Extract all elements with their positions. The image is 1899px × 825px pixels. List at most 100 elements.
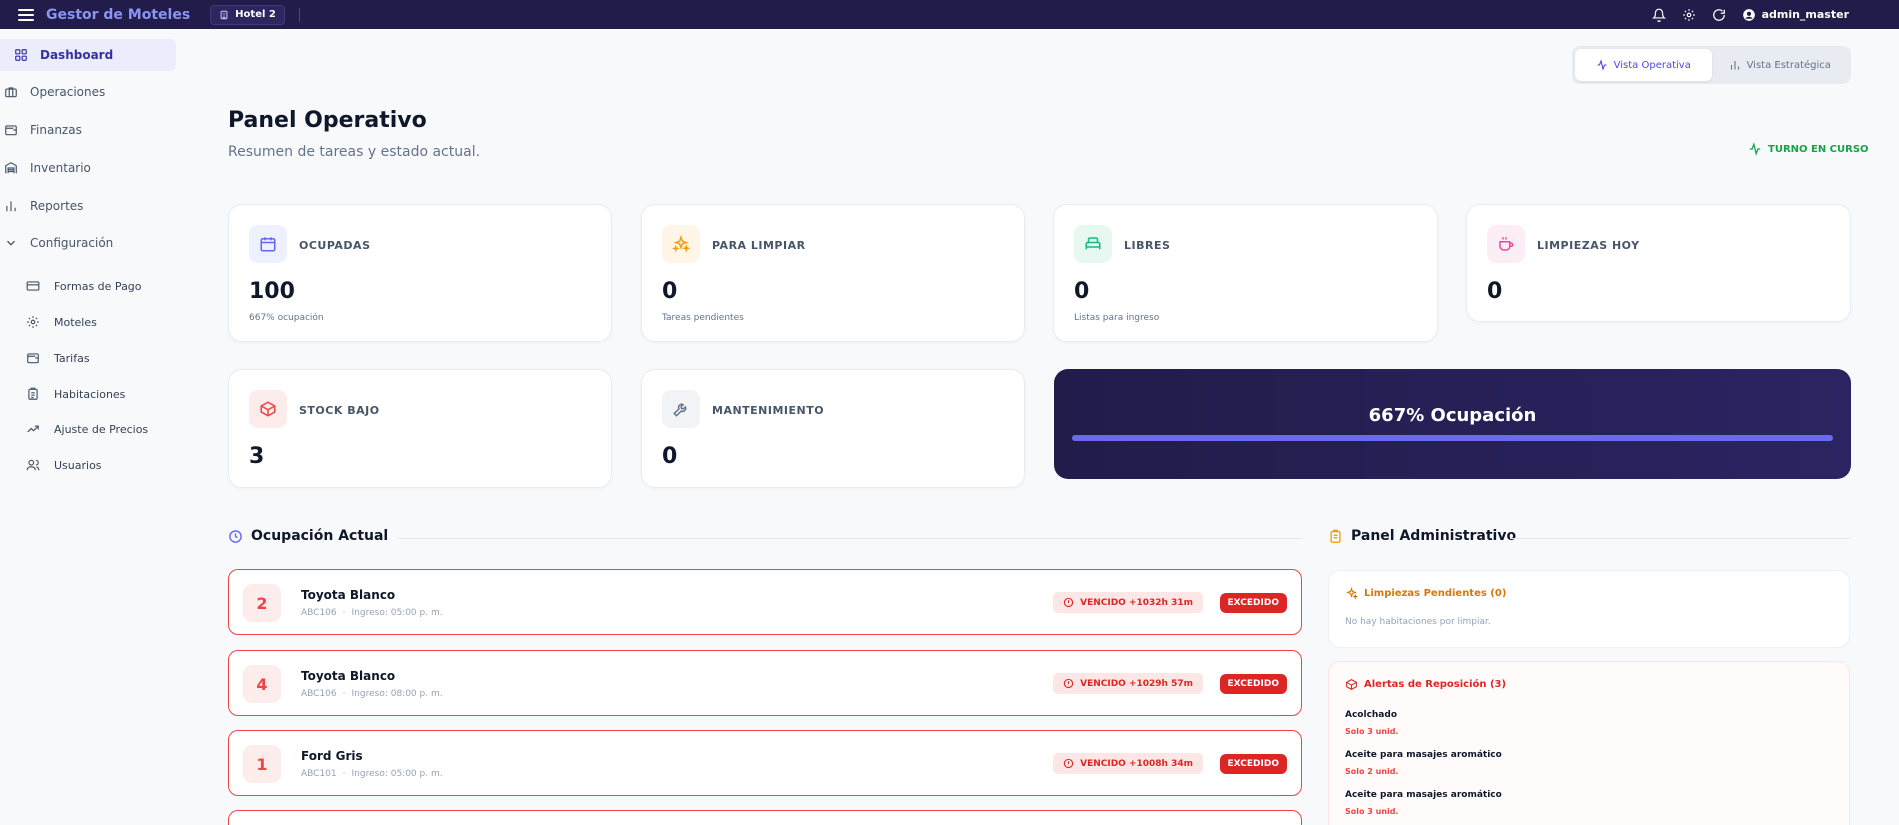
stat-card-mantenimiento[interactable]: MANTENIMIENTO 0	[641, 369, 1025, 488]
checkin-time: Ingreso: 05:00 p. m.	[351, 608, 443, 618]
shift-status-label: TURNO EN CURSO	[1768, 143, 1869, 155]
gear-icon[interactable]	[1682, 8, 1696, 22]
stat-card-stock-bajo[interactable]: STOCK BAJO 3	[228, 369, 612, 488]
sidebar-subitem-formas-de-pago[interactable]: Formas de Pago	[26, 273, 142, 299]
vehicle-name: Toyota Blanco	[301, 669, 396, 683]
hotel-selector[interactable]: Hotel 2	[210, 4, 285, 25]
sidebar-item-finanzas[interactable]: Finanzas	[0, 114, 166, 146]
sidebar-item-label: Reportes	[30, 199, 84, 213]
package-icon	[1346, 679, 1357, 690]
stat-label: STOCK BAJO	[299, 404, 380, 417]
sidebar: Dashboard Operaciones Finanzas Inventari…	[0, 29, 178, 825]
stat-card-ocupadas[interactable]: OCUPADAS 100 667% ocupación	[228, 204, 612, 342]
overdue-text: VENCIDO +1032h 31m	[1080, 597, 1193, 608]
sidebar-item-label: Finanzas	[30, 123, 82, 137]
stat-value: 3	[249, 444, 265, 469]
trending-up-icon	[27, 425, 39, 433]
stat-card-libres[interactable]: LIBRES 0 Listas para ingreso	[1053, 204, 1438, 342]
stat-subtext: 667% ocupación	[249, 313, 324, 323]
stat-card-limpiezas-hoy[interactable]: LIMPIEZAS HOY 0	[1466, 204, 1851, 322]
top-navbar: Gestor de Moteles Hotel 2 admin_master	[0, 0, 1899, 29]
stat-label: MANTENIMIENTO	[712, 404, 825, 417]
sidebar-item-dashboard[interactable]: Dashboard	[0, 39, 176, 71]
sidebar-item-configuracion[interactable]: Configuración	[0, 227, 166, 259]
sidebar-subitem-ajuste-de-precios[interactable]: Ajuste de Precios	[26, 416, 148, 442]
restock-alerts-header: Alertas de Reposición (3)	[1345, 678, 1506, 691]
sparkles-icon	[1346, 587, 1358, 600]
overdue-badge: VENCIDO +1032h 31m	[1053, 592, 1203, 613]
section-title: Ocupación Actual	[251, 528, 389, 544]
occupancy-row[interactable]	[228, 810, 1302, 825]
stock-item-qty: Solo 2 unid.	[1345, 767, 1399, 776]
separator-dot: ·	[342, 769, 346, 779]
restock-alerts-card: Alertas de Reposición (3) Acolchado Solo…	[1328, 661, 1850, 825]
overdue-badge: VENCIDO +1029h 57m	[1053, 673, 1203, 694]
user-menu[interactable]: admin_master	[1742, 8, 1849, 22]
occupancy-row[interactable]: 1 Ford Gris ABC101 · Ingreso: 05:00 p. m. …	[228, 730, 1302, 796]
page-subtitle: Resumen de tareas y estado actual.	[228, 144, 481, 160]
stock-item-name: Acolchado	[1345, 710, 1398, 720]
users-icon	[26, 459, 40, 471]
bar-chart-icon	[6, 201, 16, 212]
tab-vista-estrategica[interactable]: Vista Estratégica	[1712, 49, 1849, 81]
stock-item-name: Aceite para masajes aromático	[1345, 790, 1502, 800]
activity-icon	[1749, 142, 1761, 156]
room-number: 2	[243, 584, 281, 622]
stat-value: 100	[249, 279, 295, 304]
sidebar-subitem-usuarios[interactable]: Usuarios	[26, 452, 102, 478]
sparkles-icon	[662, 225, 700, 263]
grid-icon	[15, 49, 27, 61]
sidebar-item-operaciones[interactable]: Operaciones	[0, 76, 166, 108]
sidebar-subitem-habitaciones[interactable]: Habitaciones	[26, 381, 125, 407]
menu-icon[interactable]	[18, 8, 34, 21]
status-badge: EXCEDIDO	[1219, 674, 1287, 694]
refresh-icon[interactable]	[1712, 8, 1726, 22]
sidebar-subitem-label: Moteles	[54, 315, 97, 329]
wallet-icon	[5, 125, 17, 136]
stat-label: LIMPIEZAS HOY	[1537, 239, 1640, 252]
separator-dot: ·	[342, 689, 346, 699]
plate: ABC101	[301, 769, 337, 779]
checkin-time: Ingreso: 08:00 p. m.	[351, 689, 443, 699]
bell-icon[interactable]	[1651, 8, 1666, 22]
wallet-icon	[27, 353, 39, 364]
sidebar-item-label: Operaciones	[30, 85, 106, 99]
wrench-icon	[662, 390, 700, 428]
room-number: 4	[243, 665, 281, 703]
row-meta: ABC106 · Ingreso: 08:00 p. m.	[301, 689, 443, 699]
app-title[interactable]: Gestor de Moteles	[46, 7, 190, 23]
tab-label: Vista Estratégica	[1746, 59, 1831, 71]
sidebar-item-reportes[interactable]: Reportes	[0, 190, 166, 222]
package-icon	[249, 390, 287, 428]
alert-circle-icon	[1063, 678, 1074, 689]
sidebar-item-label: Configuración	[30, 236, 114, 250]
sidebar-subitem-moteles[interactable]: Moteles	[26, 309, 97, 335]
overdue-badge: VENCIDO +1008h 34m	[1053, 753, 1203, 774]
pending-cleanings-title: Limpiezas Pendientes (0)	[1364, 588, 1507, 599]
row-meta: ABC101 · Ingreso: 05:00 p. m.	[301, 769, 443, 779]
activity-icon	[1597, 59, 1607, 71]
occupancy-progress-fill	[1072, 435, 1833, 441]
sidebar-subitem-label: Usuarios	[54, 458, 102, 472]
pending-cleanings-card: Limpiezas Pendientes (0) No hay habitaci…	[1328, 570, 1850, 648]
stock-item-name: Aceite para masajes aromático	[1345, 750, 1502, 760]
sidebar-subitem-tarifas[interactable]: Tarifas	[26, 345, 90, 371]
sidebar-item-inventario[interactable]: Inventario	[0, 152, 166, 184]
sidebar-subitem-label: Habitaciones	[54, 387, 126, 401]
occupancy-row[interactable]: 4 Toyota Blanco ABC106 · Ingreso: 08:00 p.…	[228, 650, 1302, 716]
status-badge: EXCEDIDO	[1219, 593, 1287, 613]
user-circle-icon	[1742, 8, 1755, 21]
calendar-icon	[249, 225, 287, 263]
tab-vista-operativa[interactable]: Vista Operativa	[1575, 49, 1712, 81]
room-number: 1	[243, 745, 281, 783]
stat-card-para-limpiar[interactable]: PARA LIMPIAR 0 Tareas pendientes	[641, 204, 1025, 342]
bed-icon	[1074, 225, 1112, 263]
section-title: Panel Administrativo	[1351, 528, 1517, 544]
overdue-text: VENCIDO +1029h 57m	[1080, 678, 1193, 689]
occupancy-row[interactable]: 2 Toyota Blanco ABC106 · Ingreso: 05:00 p.…	[228, 569, 1302, 635]
stat-subtext: Listas para ingreso	[1074, 313, 1160, 323]
plate: ABC106	[301, 689, 337, 699]
stat-value: 0	[662, 279, 678, 304]
briefcase-icon	[5, 87, 17, 98]
plate: ABC106	[301, 608, 337, 618]
